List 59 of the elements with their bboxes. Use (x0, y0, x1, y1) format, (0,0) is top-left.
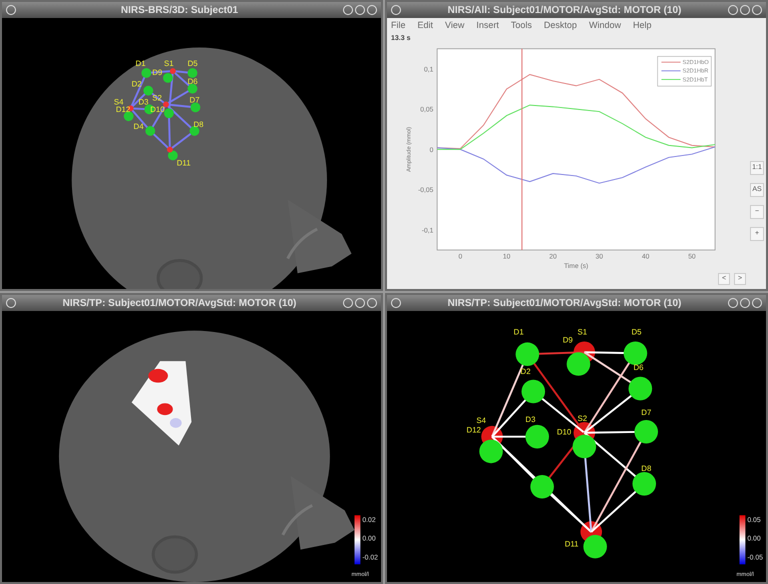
close-icon[interactable] (367, 298, 377, 308)
menu-item[interactable]: Window (588, 19, 621, 33)
optode-label: D5 (188, 59, 198, 68)
maximize-icon[interactable] (740, 5, 750, 15)
optode-label: S1 (164, 59, 174, 68)
optode-label: D8 (641, 464, 652, 474)
optode-label: S1 (577, 328, 588, 337)
menu-item[interactable]: View (445, 19, 464, 33)
maximize-icon[interactable] (355, 298, 365, 308)
maximize-icon[interactable] (740, 298, 750, 308)
window-menu-icon[interactable] (6, 298, 16, 308)
window-title: NIRS/TP: Subject01/MOTOR/AvgStd: MOTOR (10) (62, 296, 298, 310)
menu-item[interactable]: Tools (510, 19, 532, 33)
optode-label: D2 (520, 366, 531, 376)
optode-label: D8 (193, 120, 204, 129)
close-icon[interactable] (752, 5, 762, 15)
window-title: NIRS/TP: Subject01/MOTOR/AvgStd: MOTOR (10) (446, 296, 682, 310)
optode-label: D3 (138, 97, 148, 106)
window-menu-icon[interactable] (6, 5, 16, 15)
optode-label: S4 (476, 416, 486, 425)
menu-item[interactable]: Edit (418, 19, 434, 33)
minimize-icon[interactable] (343, 298, 353, 308)
optode-label: D7 (641, 408, 652, 418)
colorbar (740, 515, 746, 564)
optode-label: S2 (577, 414, 588, 423)
optode-label: D1 (136, 59, 146, 68)
menu-item[interactable]: File (391, 19, 406, 33)
minimize-icon[interactable] (728, 298, 738, 308)
optode-label: D5 (631, 328, 642, 337)
optode-label: D12 (116, 105, 130, 114)
menu-item[interactable]: Insert (476, 19, 499, 33)
minimize-icon[interactable] (343, 5, 353, 15)
optode-label: D9 (562, 335, 573, 344)
legend-line (660, 70, 682, 72)
close-icon[interactable] (752, 298, 762, 308)
close-icon[interactable] (367, 5, 377, 15)
window-menu-icon[interactable] (391, 5, 401, 15)
maximize-icon[interactable] (355, 5, 365, 15)
legend-line (660, 78, 682, 80)
window-menu-icon[interactable] (391, 298, 401, 308)
optode-label: S4 (114, 97, 124, 106)
optode-label: D11 (564, 540, 579, 549)
colorbar (354, 515, 360, 564)
menu-item[interactable]: Help (632, 19, 652, 33)
optode-label: D3 (525, 414, 536, 424)
optode-label: D6 (633, 362, 644, 372)
optode-label: D11 (176, 158, 191, 168)
window-title: NIRS/All: Subject01/MOTOR/AvgStd: MOTOR (10) (446, 4, 682, 18)
optode-label: D10 (556, 428, 572, 437)
window-title: NIRS-BRS/3D: Subject01 (120, 4, 240, 18)
optode-label: D12 (466, 426, 481, 435)
legend-box (657, 56, 712, 86)
menu-item[interactable]: Desktop (544, 19, 577, 33)
optode-label: D4 (134, 122, 144, 131)
minimize-icon[interactable] (728, 5, 738, 15)
optode-label: D1 (514, 328, 524, 337)
legend-line (660, 62, 682, 63)
optode-label: D6 (188, 76, 198, 86)
optode-label: D7 (190, 95, 200, 104)
